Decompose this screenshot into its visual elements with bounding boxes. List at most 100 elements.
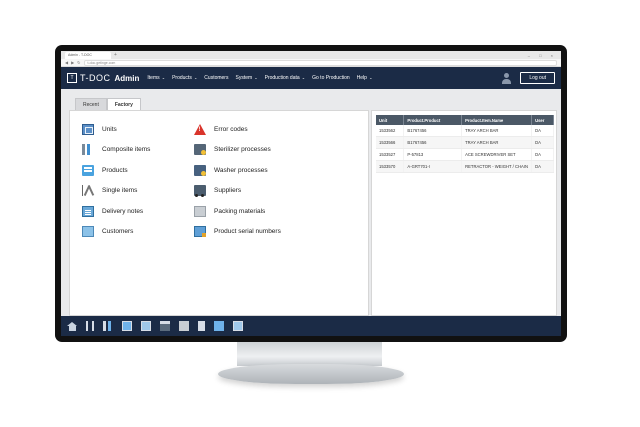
delivery-notes-shortcut-icon[interactable] (141, 321, 151, 331)
serial-numbers-icon (194, 226, 206, 238)
cell-item-name: TRAY ARCH BAR (461, 125, 533, 137)
menu-item-products[interactable]: Products (82, 160, 150, 181)
chevron-down-icon: ⌄ (160, 75, 166, 80)
reload-icon[interactable]: ↻ (77, 60, 80, 65)
nav-item-products[interactable]: Products ⌄ (172, 75, 197, 81)
user-avatar-icon[interactable] (501, 72, 512, 84)
menu-label: Single items (102, 187, 138, 195)
column-header-user[interactable]: User (531, 115, 554, 125)
nav-item-customers[interactable]: Customers (204, 75, 228, 81)
cell-item-name: ACE SCREWDRIVER SET (461, 148, 533, 161)
app-navbar: T T-DOC Admin Items ⌄ Products ⌄ Custome… (61, 67, 561, 89)
logout-button[interactable]: Log out (520, 72, 555, 84)
column-header-product[interactable]: Product.Product (403, 115, 463, 125)
column-header-item-name[interactable]: Product.Item.Name (461, 115, 533, 125)
units-icon (82, 123, 94, 135)
cell-item-name: TRAY ARCH BAR (461, 136, 533, 149)
forward-icon[interactable]: ▶ (71, 60, 74, 65)
home-icon[interactable] (67, 322, 77, 331)
brand-admin: Admin (114, 73, 140, 83)
menu-item-product-serial-numbers[interactable]: Product serial numbers (194, 222, 281, 243)
menu-item-packing-materials[interactable]: Packing materials (194, 201, 281, 222)
table-header-row: Unit Product.Product Product.Item.Name U… (376, 115, 554, 125)
customers-icon (82, 226, 94, 238)
browser-tabbar: Admin - T-DOC + – □ × (61, 51, 561, 59)
menu-label: Products (102, 166, 128, 174)
single-items-shortcut-icon[interactable] (86, 321, 94, 331)
menu-label: Product serial numbers (214, 228, 281, 236)
cell-item-name: RETRACTOR - WEIGHT / CHAIN (461, 160, 533, 173)
cell-user: DA (531, 148, 554, 161)
menu-item-washer-processes[interactable]: Washer processes (194, 160, 281, 181)
nav-item-go-to-production[interactable]: Go to Production (312, 75, 350, 81)
nav-item-production-data[interactable]: Production data ⌄ (265, 75, 306, 81)
cell-user: DA (531, 136, 554, 149)
packing-materials-icon (194, 205, 206, 217)
menu-item-single-items[interactable]: Single items (82, 181, 150, 202)
logo-icon: T (67, 73, 77, 83)
menu-label: Sterilizer processes (214, 146, 271, 154)
column-header-unit[interactable]: Unit (376, 115, 405, 125)
nav-item-items[interactable]: Items ⌄ (147, 75, 165, 81)
error-codes-icon (194, 123, 206, 135)
monitor-frame: Admin - T-DOC + – □ × ◀ ▶ ↻ t-doc.geting… (55, 45, 567, 342)
cell-product: B1767456 (403, 136, 463, 149)
browser-urlbar: ◀ ▶ ↻ t-doc.getinge.com (61, 59, 561, 67)
packing-shortcut-icon[interactable] (179, 321, 189, 331)
table-row[interactable]: 1533570 A-GRT701-I RETRACTOR - WEIGHT / … (376, 160, 554, 173)
suppliers-shortcut-icon[interactable] (160, 321, 170, 331)
menu-item-composite-items[interactable]: Composite items (82, 140, 150, 161)
screen: Admin - T-DOC + – □ × ◀ ▶ ↻ t-doc.geting… (61, 51, 561, 336)
chevron-down-icon: ⌄ (192, 75, 198, 80)
units-table: Unit Product.Product Product.Item.Name U… (376, 115, 554, 173)
factory-menu-panel: Units Composite items Products Single it… (69, 110, 369, 316)
cell-unit: 1533566 (376, 136, 405, 149)
products-icon (82, 164, 94, 176)
main-content: Recent Factory Units Composite items Pro… (61, 89, 561, 316)
bottom-toolbar (61, 316, 561, 336)
url-input[interactable]: t-doc.getinge.com (83, 59, 557, 66)
menu-column-left: Units Composite items Products Single it… (82, 119, 150, 242)
cell-product: A-GRT701-I (403, 160, 463, 173)
nav-item-system[interactable]: System ⌄ (235, 75, 257, 81)
menu-item-error-codes[interactable]: Error codes (194, 119, 281, 140)
cell-product: B1767456 (403, 125, 463, 137)
chevron-down-icon: ⌄ (253, 75, 258, 80)
units-table-panel: Unit Product.Product Product.Item.Name U… (371, 110, 557, 316)
menu-label: Composite items (102, 146, 151, 154)
table-row[interactable]: 1533566 B1767456 TRAY ARCH BAR DA (376, 136, 554, 149)
cell-user: DA (531, 160, 554, 173)
single-items-icon (82, 185, 94, 197)
units-shortcut-icon[interactable] (122, 321, 132, 331)
back-icon[interactable]: ◀ (65, 60, 68, 65)
composite-items-icon (82, 144, 94, 156)
menu-label: Customers (102, 228, 134, 236)
monitor-stand-neck (237, 342, 382, 366)
customers-shortcut-icon[interactable] (233, 321, 243, 331)
menu-column-right: Error codes Sterilizer processes Washer … (194, 119, 281, 242)
menu-item-units[interactable]: Units (82, 119, 150, 140)
chevron-down-icon: ⌄ (367, 75, 373, 80)
browser-tab[interactable]: Admin - T-DOC (65, 52, 111, 59)
table-row[interactable]: 1533527 P-57813 ACE SCREWDRIVER SET DA (376, 148, 554, 161)
nav-item-help[interactable]: Help ⌄ (357, 75, 373, 81)
new-tab-button[interactable]: + (114, 52, 117, 58)
table-row[interactable]: 1533562 B1767456 TRAY ARCH BAR DA (376, 125, 554, 137)
washer-icon (194, 164, 206, 176)
menu-item-customers[interactable]: Customers (82, 222, 150, 243)
menu-label: Error codes (214, 125, 248, 133)
suppliers-icon (194, 185, 206, 198)
menu-item-suppliers[interactable]: Suppliers (194, 181, 281, 202)
delivery-notes-icon (82, 205, 94, 217)
menu-label: Washer processes (214, 166, 268, 174)
composite-items-shortcut-icon[interactable] (103, 321, 113, 331)
menu-item-sterilizer-processes[interactable]: Sterilizer processes (194, 140, 281, 161)
menu-label: Suppliers (214, 187, 242, 195)
menu-item-delivery-notes[interactable]: Delivery notes (82, 201, 150, 222)
window-controls[interactable]: – □ × (528, 53, 561, 58)
sterilizer-shortcut-icon[interactable] (198, 321, 205, 331)
cell-product: P-57813 (403, 148, 463, 161)
serial-numbers-shortcut-icon[interactable] (214, 321, 224, 331)
chevron-down-icon: ⌄ (300, 75, 306, 80)
brand-name: T-DOC (80, 73, 111, 83)
